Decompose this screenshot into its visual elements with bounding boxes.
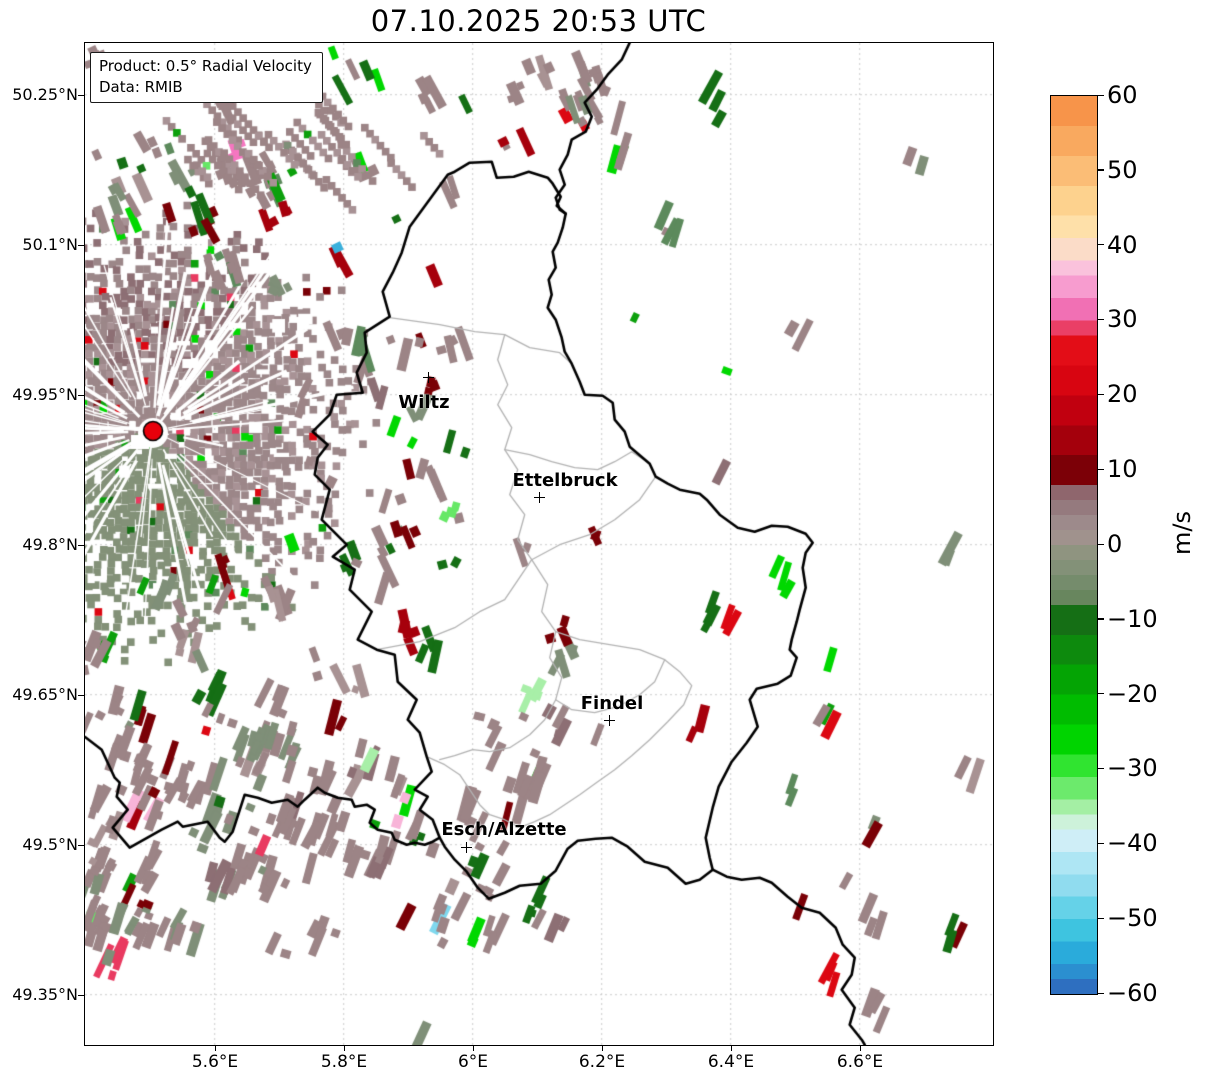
- city-marker-icon: [604, 715, 615, 726]
- y-tick-label: 49.5°N: [22, 835, 78, 854]
- y-axis-tick: [78, 94, 84, 96]
- x-axis-tick: [214, 1045, 216, 1051]
- x-tick-label: 6°E: [457, 1052, 489, 1072]
- y-axis-tick: [78, 394, 84, 396]
- y-axis-tick: [78, 844, 84, 846]
- colorbar-tick: [1097, 169, 1104, 171]
- colorbar-tick: [1097, 393, 1104, 396]
- colorbar-unit-label: m/s: [1168, 511, 1196, 555]
- colorbar-tick: [1097, 244, 1104, 246]
- data-source-label: Data: RMIB: [99, 77, 183, 96]
- figure-title: 07.10.2025 20:53 UTC: [370, 4, 707, 38]
- colorbar-tick-label: −60: [1107, 979, 1158, 1007]
- colorbar-tick: [1097, 842, 1104, 845]
- y-tick-label: 50.1°N: [22, 235, 78, 254]
- y-axis-tick: [78, 544, 84, 546]
- colorbar-tick-label: 0: [1107, 530, 1123, 558]
- x-axis-tick: [472, 1045, 474, 1051]
- radar-figure: 07.10.2025 20:53 UTC Product: 0.5° Radia…: [0, 0, 1207, 1081]
- velocity-colorbar: [1050, 95, 1098, 995]
- y-axis-tick: [78, 694, 84, 696]
- y-tick-label: 49.8°N: [22, 535, 78, 554]
- city-label-findel: Findel: [580, 693, 644, 714]
- colorbar-tick-label: 30: [1107, 305, 1138, 333]
- x-tick-label: 5.6°E: [191, 1052, 239, 1072]
- x-tick-label: 6.2°E: [578, 1052, 626, 1072]
- colorbar-tick: [1097, 768, 1104, 770]
- x-tick-label: 6.4°E: [707, 1052, 755, 1072]
- colorbar-tick-label: −40: [1107, 829, 1158, 857]
- x-tick-label: 6.6°E: [836, 1052, 884, 1072]
- y-axis-tick: [78, 994, 84, 996]
- colorbar-tick: [1097, 94, 1104, 96]
- y-tick-label: 49.95°N: [12, 385, 78, 404]
- colorbar-tick-label: 10: [1107, 455, 1138, 483]
- colorbar-tick: [1097, 543, 1104, 545]
- colorbar-tick: [1097, 917, 1104, 919]
- y-axis-tick: [78, 244, 84, 246]
- product-label: Product: 0.5° Radial Velocity: [99, 57, 312, 75]
- colorbar-tick-label: −10: [1107, 605, 1158, 633]
- colorbar-tick-label: −50: [1107, 904, 1158, 932]
- colorbar-tick-label: 60: [1107, 81, 1138, 109]
- colorbar-tick: [1097, 992, 1104, 994]
- product-info-box: Product: 0.5° Radial Velocity Data: RMIB: [90, 52, 323, 104]
- colorbar-tick: [1097, 618, 1104, 620]
- city-label-ettelbruck: Ettelbruck: [512, 470, 618, 491]
- colorbar-tick: [1097, 319, 1104, 321]
- x-tick-label: 5.8°E: [320, 1052, 368, 1072]
- y-tick-label: 50.25°N: [12, 85, 78, 104]
- colorbar-tick-label: 20: [1107, 380, 1138, 408]
- x-axis-tick: [343, 1045, 345, 1051]
- city-marker-icon: [534, 492, 545, 503]
- colorbar-tick: [1097, 693, 1104, 695]
- colorbar-tick-label: 40: [1107, 231, 1138, 259]
- colorbar-tick-label: 50: [1107, 156, 1138, 184]
- map-plot-area: Product: 0.5° Radial Velocity Data: RMIB…: [84, 42, 994, 1046]
- city-label-esch-alzette: Esch/Alzette: [441, 819, 567, 840]
- colorbar-tick-label: −30: [1107, 754, 1158, 782]
- colorbar-tick-label: −20: [1107, 680, 1158, 708]
- x-axis-tick: [859, 1045, 861, 1051]
- radar-map-canvas: [85, 43, 993, 1045]
- city-marker-icon: [423, 372, 434, 383]
- x-axis-tick: [730, 1045, 732, 1051]
- y-tick-label: 49.35°N: [12, 985, 78, 1004]
- x-axis-tick: [601, 1045, 603, 1051]
- y-tick-label: 49.65°N: [12, 685, 78, 704]
- city-marker-icon: [461, 842, 472, 853]
- city-label-wiltz: Wiltz: [398, 392, 450, 413]
- colorbar-tick: [1097, 468, 1104, 470]
